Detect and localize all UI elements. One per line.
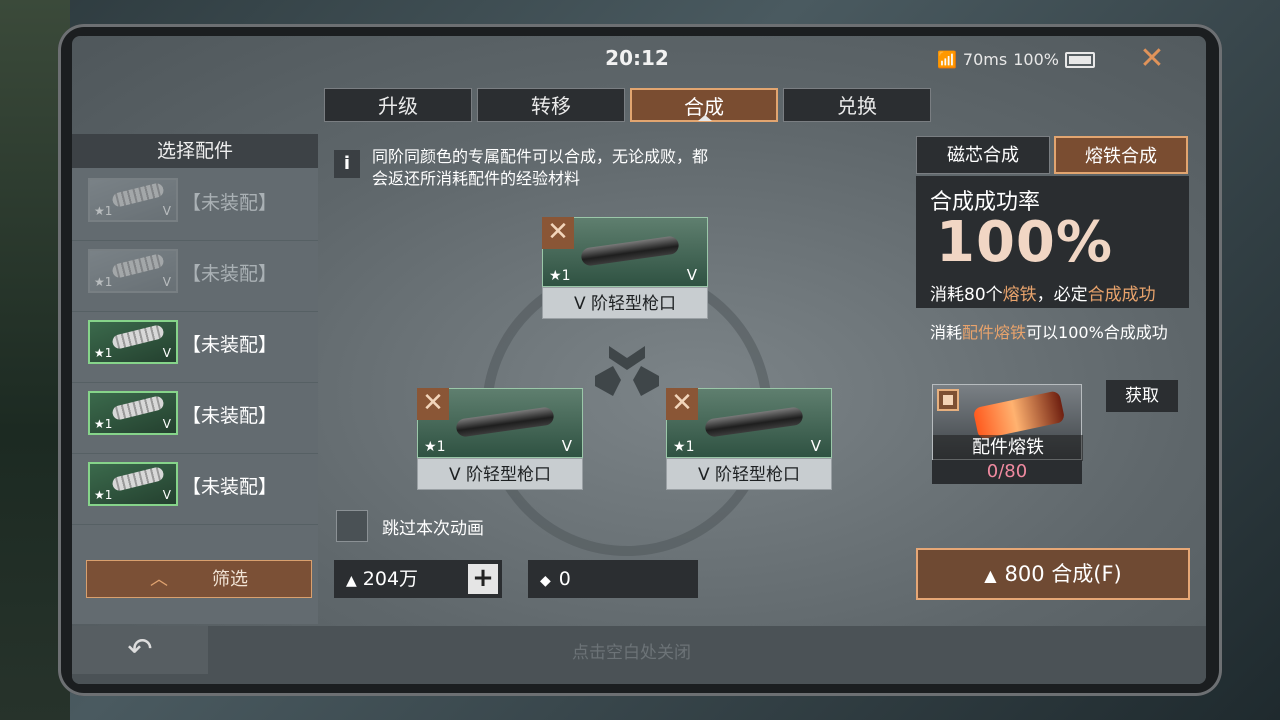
panel-title: 选择配件 bbox=[72, 134, 318, 168]
muzzle-icon bbox=[580, 235, 680, 267]
get-material-button[interactable]: 获取 bbox=[1106, 380, 1178, 412]
equip-status: 【未装配】 bbox=[182, 476, 278, 498]
roll-icon bbox=[111, 394, 165, 422]
gold-icon: ▲ bbox=[346, 573, 357, 589]
tab-exchange[interactable]: 兑换 bbox=[783, 88, 931, 122]
equip-status: 【未装配】 bbox=[182, 192, 278, 214]
star-rating: ★1 bbox=[94, 275, 113, 289]
accessory-slot-right[interactable]: ★1 V ✕ V 阶轻型枪口 bbox=[666, 388, 832, 490]
filter-button[interactable]: ︿ 筛选 bbox=[86, 560, 312, 598]
skip-animation-checkbox[interactable] bbox=[336, 510, 368, 542]
molten-iron-icon bbox=[972, 390, 1066, 440]
star-rating: ★1 bbox=[549, 268, 571, 284]
clock: 20:12 bbox=[605, 46, 669, 70]
star-rating: ★1 bbox=[673, 439, 695, 455]
grade-label: V bbox=[162, 417, 171, 431]
add-currency-button[interactable]: + bbox=[468, 564, 498, 594]
ticket-icon: ◆ bbox=[540, 573, 551, 589]
material-image: 配件熔铁 bbox=[932, 384, 1083, 461]
success-rate-desc: 消耗80个熔铁，必定合成成功 bbox=[930, 285, 1156, 305]
list-item[interactable]: ★1 V 【未装配】 bbox=[72, 383, 318, 454]
skip-animation-label: 跳过本次动画 bbox=[382, 519, 484, 539]
accessory-thumbnail: ★1 V bbox=[88, 249, 178, 293]
grade-label: V bbox=[810, 437, 821, 455]
game-screen: 20:12 📶 70ms 100% ✕ 升级 转移 合成 兑换 选择配件 ★1 … bbox=[72, 36, 1206, 684]
equip-status: 【未装配】 bbox=[182, 263, 278, 285]
iron-note: 消耗配件熔铁可以100%合成成功 bbox=[930, 323, 1168, 342]
grade-label: V bbox=[162, 275, 171, 289]
accessory-thumbnail: ★1 V bbox=[88, 320, 178, 364]
back-icon[interactable]: ↶ bbox=[72, 626, 208, 674]
star-rating: ★1 bbox=[94, 417, 113, 431]
star-rating: ★1 bbox=[94, 488, 113, 502]
accessory-thumbnail: ★1 V bbox=[88, 391, 178, 435]
accessory-thumbnail: ★1 V bbox=[88, 178, 178, 222]
muzzle-icon bbox=[704, 406, 804, 438]
battery-text: 100% bbox=[1013, 50, 1059, 69]
grade-label: V bbox=[561, 437, 572, 455]
close-hint[interactable]: 点击空白处关闭 bbox=[572, 638, 691, 663]
equip-status: 【未装配】 bbox=[182, 405, 278, 427]
star-rating: ★1 bbox=[424, 439, 446, 455]
list-item[interactable]: ★1 V 【未装配】 bbox=[72, 312, 318, 383]
status-bar: 📶 70ms 100% bbox=[937, 50, 1095, 69]
accessory-slot-left[interactable]: ★1 V ✕ V 阶轻型枪口 bbox=[417, 388, 583, 490]
muzzle-icon bbox=[455, 406, 555, 438]
tab-upgrade[interactable]: 升级 bbox=[324, 88, 472, 122]
grade-label: V bbox=[686, 266, 697, 284]
ticket-currency: ◆ 0 bbox=[528, 560, 698, 598]
grade-label: V bbox=[162, 204, 171, 218]
remove-icon[interactable]: ✕ bbox=[542, 217, 574, 249]
tab-synthesize[interactable]: 合成 bbox=[630, 88, 778, 122]
list-item[interactable]: ★1 V 【未装配】 bbox=[72, 170, 318, 241]
list-item[interactable]: ★1 V 【未装配】 bbox=[72, 241, 318, 312]
close-icon[interactable]: ✕ bbox=[1137, 44, 1167, 74]
grade-label: V bbox=[162, 346, 171, 360]
list-item[interactable]: ★1 V 【未装配】 bbox=[72, 454, 318, 525]
bottom-bar: ↶ 点击空白处关闭 bbox=[72, 626, 1206, 684]
star-rating: ★1 bbox=[94, 346, 113, 360]
gold-currency: ▲ 204万 + bbox=[334, 560, 502, 598]
success-rate-panel: 合成成功率 100% 消耗80个熔铁，必定合成成功 bbox=[916, 176, 1189, 308]
main-tabs: 升级 转移 合成 兑换 bbox=[324, 88, 931, 122]
star-rating: ★1 bbox=[94, 204, 113, 218]
info-icon: i bbox=[334, 150, 360, 178]
roll-icon bbox=[111, 181, 165, 209]
accessory-name: V 阶轻型枪口 bbox=[666, 458, 832, 490]
success-rate-value: 100% bbox=[936, 210, 1114, 275]
gold-icon: ▲ bbox=[984, 566, 997, 585]
material-count: 0/80 bbox=[932, 460, 1082, 484]
remove-icon[interactable]: ✕ bbox=[666, 388, 698, 420]
remove-icon[interactable]: ✕ bbox=[417, 388, 449, 420]
accessory-name: V 阶轻型枪口 bbox=[542, 287, 708, 319]
roll-icon bbox=[111, 252, 165, 280]
tab-core-synthesis[interactable]: 磁芯合成 bbox=[916, 136, 1050, 174]
tab-transfer[interactable]: 转移 bbox=[477, 88, 625, 122]
accessory-slot-top[interactable]: ★1 V ✕ V 阶轻型枪口 bbox=[542, 217, 708, 319]
info-text: 同阶同颜色的专属配件可以合成，无论成败，都 会返还所消耗配件的经验材料 bbox=[372, 147, 709, 188]
chevron-up-icon: ︿ bbox=[150, 569, 168, 590]
battery-icon bbox=[1064, 51, 1095, 68]
accessory-list-panel: 选择配件 ★1 V 【未装配】 ★1 V 【未装配】 ★1 V 【未装配】 ★1… bbox=[72, 134, 318, 624]
roll-icon bbox=[111, 323, 165, 351]
material-checkbox[interactable] bbox=[937, 389, 959, 411]
roll-icon bbox=[111, 465, 165, 493]
accessory-thumbnail: ★1 V bbox=[88, 462, 178, 506]
accessory-name: V 阶轻型枪口 bbox=[417, 458, 583, 490]
synthesize-button[interactable]: ▲ 800 合成(F) bbox=[916, 548, 1190, 600]
material-slot[interactable]: 配件熔铁 0/80 bbox=[932, 384, 1083, 484]
ping-text: 70ms bbox=[962, 50, 1008, 69]
equip-status: 【未装配】 bbox=[182, 334, 278, 356]
synthesis-emblem-icon bbox=[595, 346, 659, 396]
grade-label: V bbox=[162, 488, 171, 502]
wifi-icon: 📶 bbox=[937, 50, 957, 69]
material-name: 配件熔铁 bbox=[933, 435, 1083, 461]
tab-iron-synthesis[interactable]: 熔铁合成 bbox=[1054, 136, 1188, 174]
